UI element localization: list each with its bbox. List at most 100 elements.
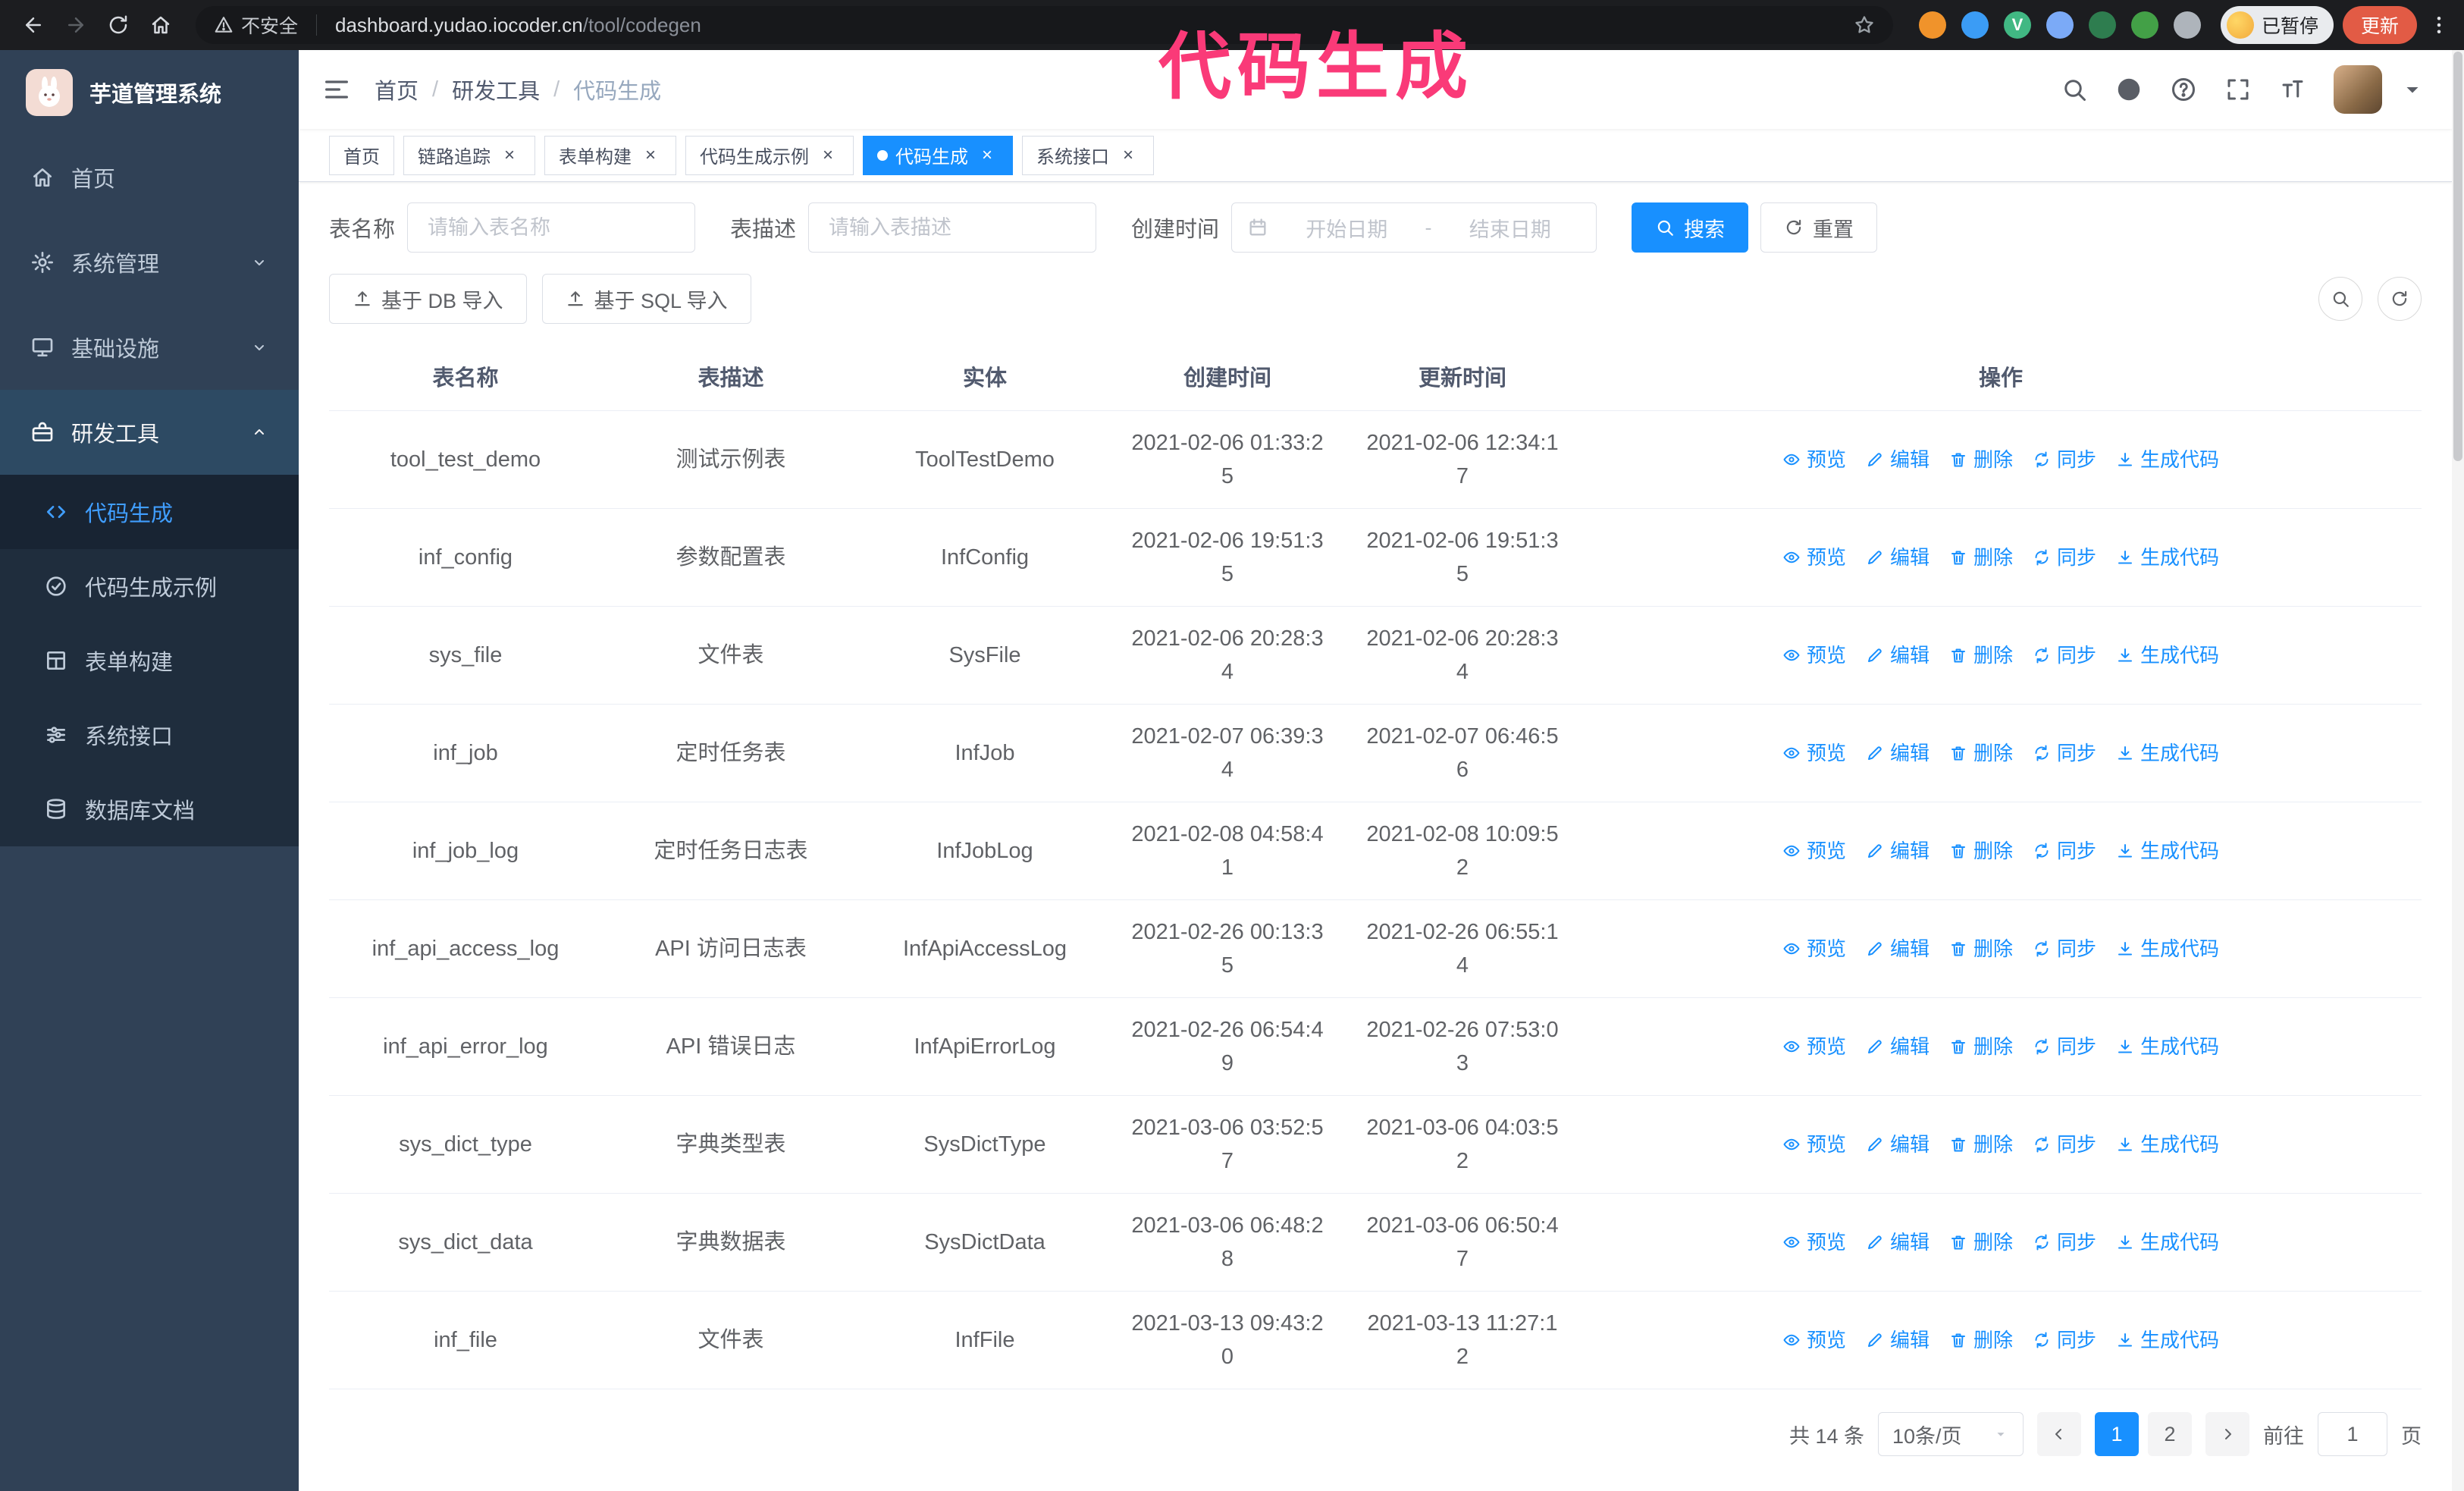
app-logo[interactable]: 芋道管理系统 (0, 50, 299, 135)
import-db-button[interactable]: 基于 DB 导入 (329, 274, 527, 324)
fullscreen-icon[interactable] (2224, 76, 2252, 103)
goto-page-input[interactable] (2318, 1412, 2387, 1456)
row-action-sync[interactable]: 同步 (2033, 541, 2096, 574)
sidebar-item-home[interactable]: 首页 (0, 135, 299, 220)
page-button-2[interactable]: 2 (2148, 1412, 2192, 1456)
help-icon[interactable] (2170, 76, 2197, 103)
row-action-trash[interactable]: 删除 (1949, 639, 2013, 672)
close-icon[interactable]: × (639, 144, 662, 167)
people-extension-icon[interactable] (2045, 11, 2074, 39)
sidebar-item-db-doc[interactable]: 数据库文档 (0, 772, 299, 846)
search-button[interactable]: 搜索 (1632, 202, 1749, 253)
row-action-edit[interactable]: 编辑 (1866, 834, 1930, 868)
import-sql-button[interactable]: 基于 SQL 导入 (541, 274, 751, 324)
row-action-download[interactable]: 生成代码 (2116, 1226, 2219, 1259)
table-name-input[interactable] (407, 202, 696, 253)
row-action-download[interactable]: 生成代码 (2116, 443, 2219, 476)
row-action-sync[interactable]: 同步 (2033, 1226, 2096, 1259)
tab-1[interactable]: 链路追踪 × (403, 135, 535, 175)
sidebar-item-codegen-example[interactable]: 代码生成示例 (0, 549, 299, 623)
row-action-eye[interactable]: 预览 (1782, 1226, 1846, 1259)
row-action-sync[interactable]: 同步 (2033, 443, 2096, 476)
row-action-trash[interactable]: 删除 (1949, 1030, 2013, 1063)
close-icon[interactable]: × (1117, 144, 1140, 167)
browser-back-button[interactable] (14, 5, 53, 45)
sidebar-item-dev-tools[interactable]: 研发工具 (0, 390, 299, 475)
row-action-eye[interactable]: 预览 (1782, 834, 1846, 868)
close-icon[interactable]: × (498, 144, 521, 167)
row-action-eye[interactable]: 预览 (1782, 1128, 1846, 1161)
row-action-download[interactable]: 生成代码 (2116, 736, 2219, 770)
date-range-picker[interactable]: 开始日期 - 结束日期 (1231, 202, 1597, 253)
tab-3[interactable]: 代码生成示例 × (685, 135, 854, 175)
row-action-eye[interactable]: 预览 (1782, 639, 1846, 672)
row-action-trash[interactable]: 删除 (1949, 1323, 2013, 1357)
close-icon[interactable]: × (976, 144, 998, 167)
tab-4[interactable]: 代码生成 × (863, 135, 1013, 175)
row-action-edit[interactable]: 编辑 (1866, 1226, 1930, 1259)
browser-forward-button[interactable] (56, 5, 96, 45)
page-button-1[interactable]: 1 (2095, 1412, 2139, 1456)
row-action-trash[interactable]: 删除 (1949, 541, 2013, 574)
next-page-button[interactable] (2205, 1412, 2249, 1456)
row-action-edit[interactable]: 编辑 (1866, 1030, 1930, 1063)
avatar[interactable] (2334, 65, 2382, 114)
breadcrumb-item[interactable]: 首页 (375, 74, 419, 105)
tab-0[interactable]: 首页 (329, 135, 394, 175)
row-action-sync[interactable]: 同步 (2033, 736, 2096, 770)
reset-button[interactable]: 重置 (1760, 202, 1878, 253)
sidebar-item-infrastructure[interactable]: 基础设施 (0, 305, 299, 390)
search-icon[interactable] (2061, 76, 2088, 103)
security-chip[interactable]: 不安全 (214, 11, 298, 39)
browser-menu-icon[interactable] (2428, 14, 2450, 36)
row-action-eye[interactable]: 预览 (1782, 541, 1846, 574)
sidebar-item-system-api[interactable]: 系统接口 (0, 698, 299, 772)
refresh-table-button[interactable] (2378, 277, 2422, 321)
row-action-sync[interactable]: 同步 (2033, 834, 2096, 868)
row-action-trash[interactable]: 删除 (1949, 443, 2013, 476)
row-action-download[interactable]: 生成代码 (2116, 1323, 2219, 1357)
caret-down-icon[interactable] (2399, 76, 2426, 103)
row-action-edit[interactable]: 编辑 (1866, 1323, 1930, 1357)
sidebar-item-system-mgmt[interactable]: 系统管理 (0, 220, 299, 305)
row-action-sync[interactable]: 同步 (2033, 639, 2096, 672)
page-size-select[interactable]: 10条/页 (1878, 1412, 2024, 1456)
row-action-eye[interactable]: 预览 (1782, 1030, 1846, 1063)
sidebar-item-codegen[interactable]: 代码生成 (0, 475, 299, 549)
github-icon[interactable] (2115, 76, 2143, 103)
row-action-trash[interactable]: 删除 (1949, 1128, 2013, 1161)
breadcrumb-item[interactable]: 研发工具 (452, 74, 540, 105)
row-action-eye[interactable]: 预览 (1782, 443, 1846, 476)
duck-extension-icon[interactable] (1918, 11, 1946, 39)
row-action-edit[interactable]: 编辑 (1866, 932, 1930, 965)
row-action-edit[interactable]: 编辑 (1866, 1128, 1930, 1161)
hamburger-icon[interactable] (299, 74, 375, 105)
row-action-trash[interactable]: 删除 (1949, 736, 2013, 770)
vue-devtools-icon[interactable]: V (2003, 11, 2031, 39)
drop-extension-icon[interactable] (1961, 11, 1989, 39)
chart-extension-icon[interactable] (2088, 11, 2116, 39)
row-action-trash[interactable]: 删除 (1949, 1226, 2013, 1259)
tab-5[interactable]: 系统接口 × (1022, 135, 1154, 175)
browser-home-button[interactable] (141, 5, 180, 45)
row-action-sync[interactable]: 同步 (2033, 932, 2096, 965)
row-action-sync[interactable]: 同步 (2033, 1128, 2096, 1161)
leaf-extension-icon[interactable] (2130, 11, 2158, 39)
row-action-download[interactable]: 生成代码 (2116, 834, 2219, 868)
row-action-sync[interactable]: 同步 (2033, 1030, 2096, 1063)
row-action-edit[interactable]: 编辑 (1866, 541, 1930, 574)
sidebar-item-form-builder[interactable]: 表单构建 (0, 623, 299, 698)
row-action-edit[interactable]: 编辑 (1866, 736, 1930, 770)
row-action-trash[interactable]: 删除 (1949, 834, 2013, 868)
table-desc-input[interactable] (808, 202, 1097, 253)
address-bar[interactable]: 不安全 dashboard.yudao.iocoder.cn/tool/code… (196, 6, 1893, 44)
row-action-eye[interactable]: 预览 (1782, 932, 1846, 965)
scrollbar-thumb[interactable] (2453, 52, 2462, 461)
prev-page-button[interactable] (2037, 1412, 2081, 1456)
row-action-download[interactable]: 生成代码 (2116, 1030, 2219, 1063)
toggle-search-button[interactable] (2318, 277, 2362, 321)
row-action-eye[interactable]: 预览 (1782, 736, 1846, 770)
row-action-edit[interactable]: 编辑 (1866, 443, 1930, 476)
browser-reload-button[interactable] (99, 5, 138, 45)
row-action-download[interactable]: 生成代码 (2116, 639, 2219, 672)
